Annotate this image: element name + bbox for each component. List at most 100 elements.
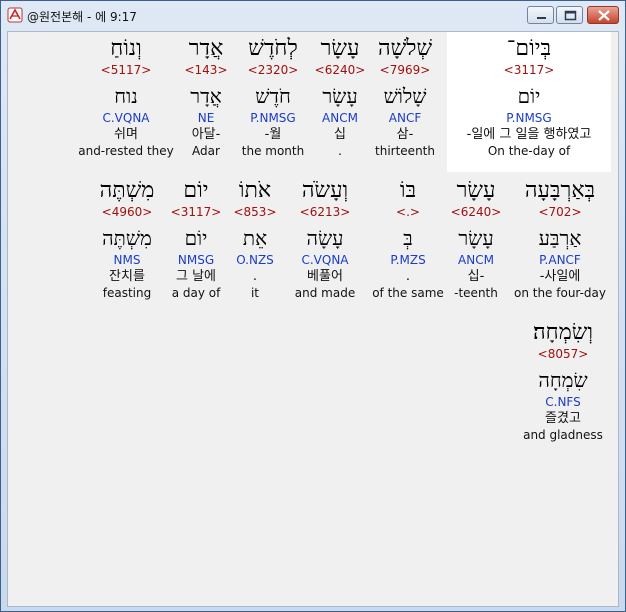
interlinear-view[interactable]: בְּיוֹם־ <3117> יוֹם P.NMSG -일에 그 일을 행하였… bbox=[7, 31, 619, 607]
lexical-form: יוֹם bbox=[184, 226, 208, 250]
morphology-code: ANCF bbox=[388, 111, 422, 125]
strong-number: <5117> bbox=[100, 63, 152, 77]
word-block[interactable]: יוֹם <3117> יוֹם NMSG 그 날에 a day of bbox=[168, 178, 224, 301]
korean-gloss: -일에 그 일을 행하였고 bbox=[466, 127, 592, 142]
strong-number: <6240> bbox=[450, 205, 502, 219]
strong-number: <3117> bbox=[503, 63, 555, 77]
morphology-code: O.NZS bbox=[236, 253, 274, 267]
word-block[interactable]: וְעָשֹׂה <6213> עָשָׂה C.VQNA 베풀어 and ma… bbox=[288, 178, 362, 301]
english-gloss: Adar bbox=[192, 144, 220, 158]
english-gloss: of the same bbox=[372, 286, 444, 300]
hebrew-word: מִשְׁתֶּה bbox=[99, 178, 155, 203]
word-block[interactable]: עָשָׂר <6240> עָשָׂר ANCM 십- -teenth bbox=[446, 178, 506, 301]
hebrew-word: לְחֹדֶשׁ bbox=[248, 36, 298, 61]
lexical-form: עָשָׂר bbox=[322, 84, 358, 108]
strong-number: <6240> bbox=[314, 63, 366, 77]
english-gloss: . bbox=[338, 144, 342, 158]
word-block[interactable]: בְּאַרְבָּעָה <702> אַרְבַּע P.ANCF -사일에… bbox=[512, 178, 608, 301]
close-button[interactable] bbox=[587, 6, 619, 24]
lexical-form: עָשָׂר bbox=[458, 226, 494, 250]
word-block[interactable]: וְנוֹחַ <5117> נוח C.VQNA 쉬며 and-rested … bbox=[78, 36, 174, 159]
word-block[interactable]: בְּיוֹם־ <3117> יוֹם P.NMSG -일에 그 일을 행하였… bbox=[451, 36, 607, 159]
hebrew-word: בְּאַרְבָּעָה bbox=[524, 178, 596, 203]
word-block[interactable]: וְשִׂמְחָה׃ <8057> שִׂמְחָה C.NFS 즐겼고 an… bbox=[518, 320, 608, 443]
lexical-form: חֹדֶשׁ bbox=[255, 84, 291, 108]
strong-number: <853> bbox=[233, 205, 277, 219]
english-gloss: and gladness bbox=[523, 428, 603, 442]
morphology-code: C.VQNA bbox=[102, 111, 150, 125]
strong-number: <8057> bbox=[537, 347, 589, 361]
morphology-code: NMSG bbox=[177, 253, 215, 267]
word-block[interactable]: מִשְׁתֶּה <4960> מִשְׁתֶּה NMS 잔치를 feast… bbox=[92, 178, 162, 301]
korean-gloss: . bbox=[252, 269, 258, 284]
morphology-code: C.NFS bbox=[545, 395, 581, 409]
word-block[interactable]: בּוֹ <.> בְּ P.MZS . of the same bbox=[368, 178, 448, 301]
english-gloss: on the four-day bbox=[513, 286, 606, 300]
korean-gloss: . bbox=[405, 269, 411, 284]
english-gloss: and made bbox=[294, 286, 356, 300]
hebrew-word: וְנוֹחַ bbox=[110, 36, 142, 61]
korean-gloss: -사일에 bbox=[539, 269, 581, 284]
english-gloss: thirteenth bbox=[375, 144, 435, 158]
hebrew-word: וְעָשֹׂה bbox=[301, 178, 349, 203]
lexical-form: עָשָׂה bbox=[306, 226, 344, 250]
lexical-form: בְּ bbox=[403, 226, 413, 250]
morphology-code: NE bbox=[197, 111, 215, 125]
lexical-form: שִׂמְחָה bbox=[538, 368, 588, 392]
hebrew-word: עָשָׂר bbox=[456, 178, 496, 203]
word-block[interactable]: לְחֹדֶשׁ <2320> חֹדֶשׁ P.NMSG -월 the mon… bbox=[238, 36, 308, 159]
korean-gloss: 삼- bbox=[396, 127, 414, 142]
hebrew-word: אֹתוֹ bbox=[238, 178, 272, 203]
strong-number: <6213> bbox=[299, 205, 351, 219]
english-gloss: the month bbox=[241, 144, 305, 158]
korean-gloss: 십 bbox=[334, 127, 346, 142]
app-icon bbox=[7, 7, 23, 23]
english-gloss: and-rested they bbox=[78, 144, 174, 158]
app-window: @원전본해 - 에 9:17 בְּיוֹם־ <3117> יוֹם P.NM… bbox=[0, 0, 626, 612]
korean-gloss: 잔치를 bbox=[109, 269, 145, 284]
strong-number: <7969> bbox=[379, 63, 431, 77]
window-title: @원전본해 - 에 9:17 bbox=[27, 10, 137, 24]
lexical-form: מִשְׁתֶּה bbox=[102, 226, 152, 250]
hebrew-word: עָשָׂר bbox=[320, 36, 360, 61]
strong-number: <4960> bbox=[101, 205, 153, 219]
korean-gloss: 아달- bbox=[191, 127, 221, 142]
english-gloss: feasting bbox=[102, 286, 152, 300]
korean-gloss: 베풀어 bbox=[307, 269, 343, 284]
maximize-button[interactable] bbox=[556, 6, 583, 24]
english-gloss: On the-day of bbox=[487, 144, 571, 158]
english-gloss: -teenth bbox=[454, 286, 498, 300]
hebrew-word: אֲדָר bbox=[188, 36, 224, 61]
lexical-form: שָׁלוֹשׁ bbox=[383, 84, 427, 108]
morphology-code: P.ANCF bbox=[539, 253, 581, 267]
minimize-button[interactable] bbox=[527, 6, 554, 24]
word-block[interactable]: אֹתוֹ <853> אֵת O.NZS . it bbox=[228, 178, 282, 301]
hebrew-word: שְׁלֹשָׁה bbox=[377, 36, 433, 61]
morphology-code: ANCM bbox=[322, 111, 358, 125]
word-block[interactable]: שְׁלֹשָׁה <7969> שָׁלוֹשׁ ANCF 삼- thirte… bbox=[370, 36, 440, 159]
lexical-form: אַרְבַּע bbox=[538, 226, 582, 250]
word-block[interactable]: אֲדָר <143> אֲדָר NE 아달- Adar bbox=[180, 36, 232, 159]
strong-number: <.> bbox=[396, 205, 420, 219]
korean-gloss: -월 bbox=[264, 127, 282, 142]
word-block[interactable]: עָשָׂר <6240> עָשָׂר ANCM 십 . bbox=[310, 36, 370, 159]
morphology-code: P.MZS bbox=[390, 253, 426, 267]
strong-number: <2320> bbox=[247, 63, 299, 77]
morphology-code: C.VQNA bbox=[301, 253, 349, 267]
strong-number: <702> bbox=[538, 205, 582, 219]
lexical-form: אֵת bbox=[242, 226, 268, 250]
morphology-code: P.NMSG bbox=[250, 111, 296, 125]
korean-gloss: 쉬며 bbox=[114, 127, 138, 142]
strong-number: <143> bbox=[184, 63, 228, 77]
morphology-code: P.NMSG bbox=[506, 111, 552, 125]
lexical-form: יוֹם bbox=[517, 84, 541, 108]
morphology-code: NMS bbox=[113, 253, 141, 267]
hebrew-word: יוֹם bbox=[183, 178, 209, 203]
korean-gloss: 십- bbox=[467, 269, 485, 284]
title-bar[interactable]: @원전본해 - 에 9:17 bbox=[1, 1, 625, 29]
strong-number: <3117> bbox=[170, 205, 222, 219]
hebrew-word: בְּיוֹם־ bbox=[506, 36, 552, 61]
morphology-code: ANCM bbox=[458, 253, 494, 267]
hebrew-word: וְשִׂמְחָה׃ bbox=[533, 320, 593, 345]
lexical-form: נוח bbox=[114, 84, 138, 108]
